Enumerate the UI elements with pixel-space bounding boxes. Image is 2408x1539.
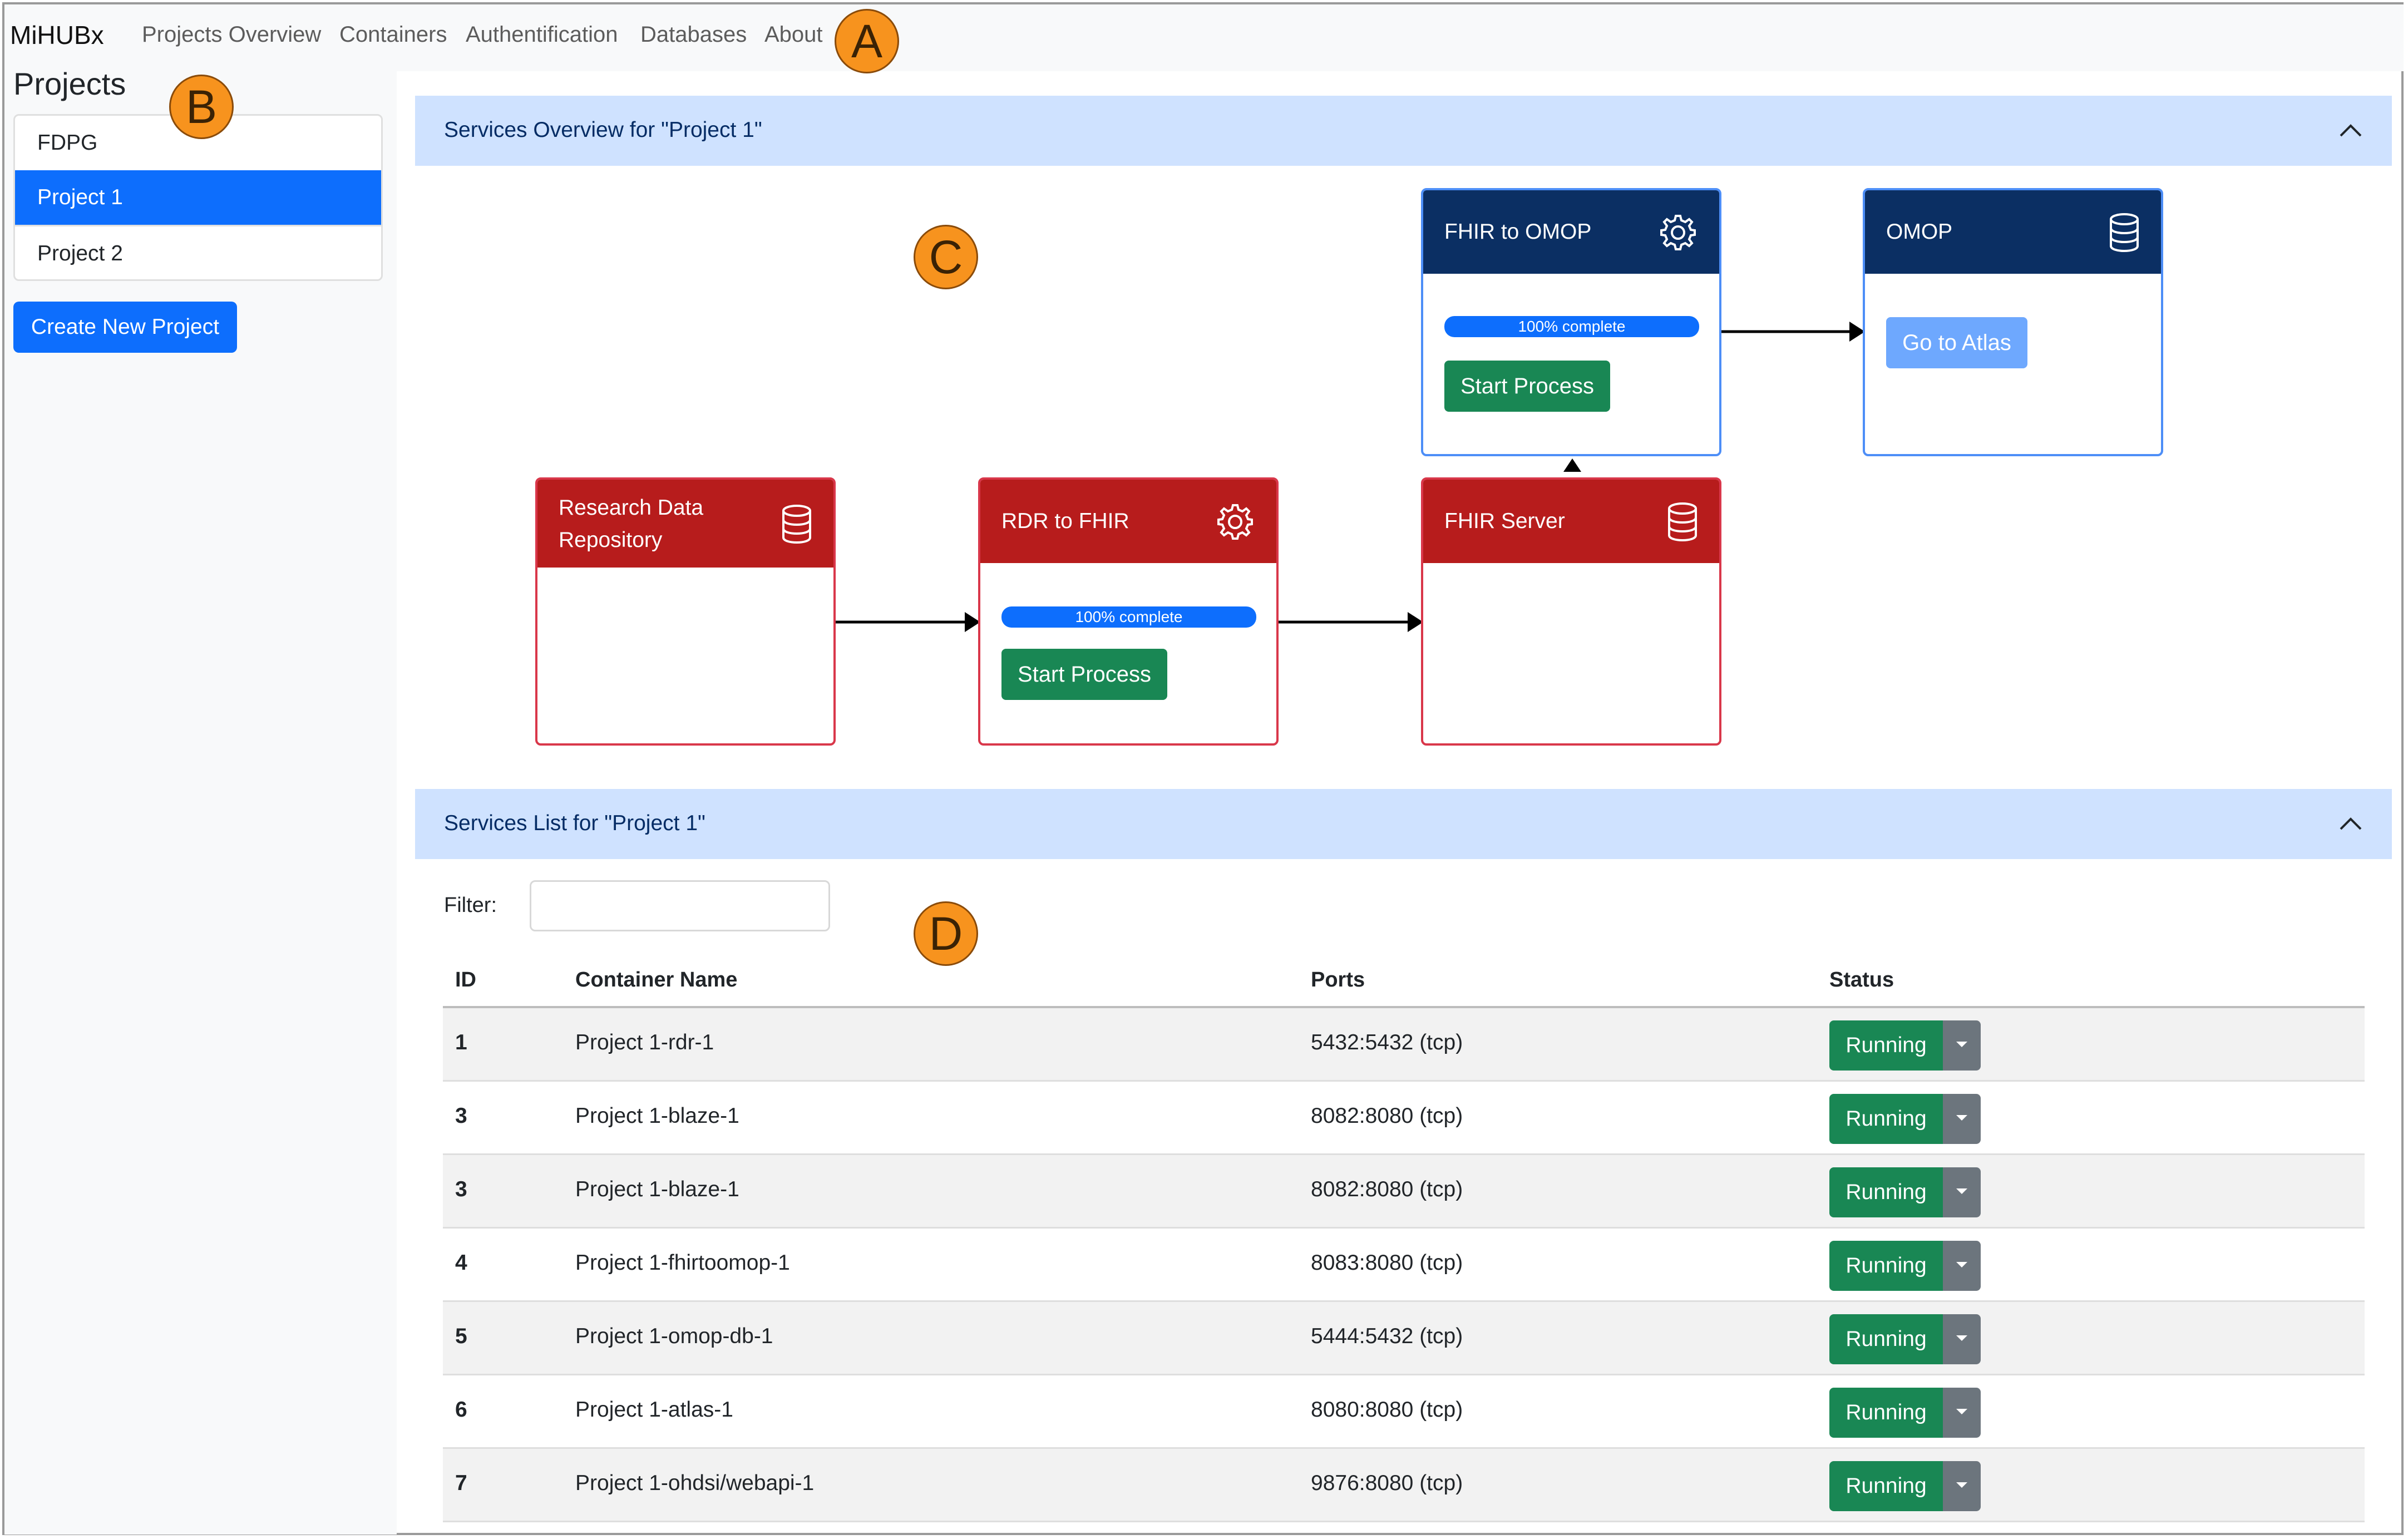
card-header: RDR to FHIR <box>980 480 1276 563</box>
status-split-button: Running <box>1829 1094 1981 1144</box>
row-id: 6 <box>455 1398 467 1422</box>
annotation-marker-c: C <box>914 225 978 289</box>
row-id: 4 <box>455 1251 467 1275</box>
status-running-button[interactable]: Running <box>1829 1314 1943 1364</box>
card-header: FHIR Server <box>1423 480 1719 563</box>
row-ports: 9876:8080 (tcp) <box>1311 1471 1463 1495</box>
row-container-name: Project 1-fhirtoomop-1 <box>575 1251 790 1275</box>
services-list-header[interactable]: Services List for "Project 1" <box>415 789 2392 859</box>
status-running-button[interactable]: Running <box>1829 1461 1943 1511</box>
status-split-button: Running <box>1829 1167 1981 1217</box>
row-id: 3 <box>455 1177 467 1201</box>
row-container-name: Project 1-blaze-1 <box>575 1177 739 1201</box>
annotation-marker-d: D <box>914 901 978 966</box>
row-ports: 8083:8080 (tcp) <box>1311 1251 1463 1275</box>
database-icon <box>2110 213 2139 252</box>
services-list-title: Services List for "Project 1" <box>444 811 705 835</box>
status-running-button[interactable]: Running <box>1829 1167 1943 1217</box>
start-process-button[interactable]: Start Process <box>1001 649 1167 700</box>
card-title-line-2: Repository <box>559 528 663 552</box>
card-header: Research Data Repository <box>537 480 833 568</box>
card-title: OMOP <box>1886 220 1953 244</box>
card-fhir-server: FHIR Server <box>1421 477 1721 746</box>
caret-down-icon <box>1956 1188 1967 1194</box>
status-running-button[interactable]: Running <box>1829 1388 1943 1438</box>
status-running-button[interactable]: Running <box>1829 1241 1943 1291</box>
status-dropdown-toggle[interactable] <box>1943 1241 1981 1291</box>
row-id: 3 <box>455 1104 467 1128</box>
caret-down-icon <box>1956 1482 1967 1488</box>
row-ports: 8082:8080 (tcp) <box>1311 1104 1463 1128</box>
status-dropdown-toggle[interactable] <box>1943 1314 1981 1364</box>
row-id: 5 <box>455 1324 467 1348</box>
start-process-button[interactable]: Start Process <box>1444 361 1610 412</box>
status-dropdown-toggle[interactable] <box>1943 1020 1981 1071</box>
filter-input[interactable] <box>530 880 830 931</box>
database-icon <box>782 505 811 544</box>
card-rdr-to-fhir: RDR to FHIR 100% complete Start Process <box>978 477 1279 746</box>
progress-bar: 100% complete <box>1001 606 1256 628</box>
caret-down-icon <box>1956 1409 1967 1414</box>
status-split-button: Running <box>1829 1020 1981 1071</box>
column-header-ports: Ports <box>1311 968 1365 992</box>
filter-label: Filter: <box>444 894 497 917</box>
caret-down-icon <box>1956 1115 1967 1121</box>
card-omop: OMOP Go to Atlas <box>1863 188 2163 456</box>
annotation-marker-a: A <box>835 9 899 73</box>
caret-down-icon <box>1956 1335 1967 1341</box>
row-ports: 8082:8080 (tcp) <box>1311 1177 1463 1201</box>
table-row: 6 Project 1-atlas-1 8080:8080 (tcp) Runn… <box>443 1375 2365 1449</box>
card-research-data-repository: Research Data Repository <box>535 477 836 746</box>
status-split-button: Running <box>1829 1241 1981 1291</box>
row-id: 7 <box>455 1471 467 1495</box>
table-row: 7 Project 1-ohdsi/webapi-1 9876:8080 (tc… <box>443 1449 2365 1522</box>
table-row: 4 Project 1-fhirtoomop-1 8083:8080 (tcp)… <box>443 1229 2365 1302</box>
status-dropdown-toggle[interactable] <box>1943 1167 1981 1217</box>
row-container-name: Project 1-omop-db-1 <box>575 1324 773 1348</box>
card-header: FHIR to OMOP <box>1423 190 1719 274</box>
card-title: FHIR to OMOP <box>1444 220 1592 244</box>
row-ports: 5432:5432 (tcp) <box>1311 1030 1463 1054</box>
status-running-button[interactable]: Running <box>1829 1020 1943 1071</box>
table-row: 5 Project 1-omop-db-1 5444:5432 (tcp) Ru… <box>443 1302 2365 1375</box>
status-dropdown-toggle[interactable] <box>1943 1094 1981 1144</box>
status-split-button: Running <box>1829 1314 1981 1364</box>
row-id: 1 <box>455 1030 467 1054</box>
card-title: FHIR Server <box>1444 509 1565 533</box>
annotation-marker-b: B <box>169 75 234 139</box>
row-ports: 5444:5432 (tcp) <box>1311 1324 1463 1348</box>
status-split-button: Running <box>1829 1388 1981 1438</box>
row-ports: 8080:8080 (tcp) <box>1311 1398 1463 1422</box>
card-fhir-to-omop: FHIR to OMOP 100% complete Start Process <box>1421 188 1721 456</box>
card-title: RDR to FHIR <box>1001 509 1129 533</box>
column-header-id: ID <box>455 968 476 992</box>
table-row: 1 Project 1-rdr-1 5432:5432 (tcp) Runnin… <box>443 1008 2365 1082</box>
column-header-status: Status <box>1829 968 1894 992</box>
progress-bar: 100% complete <box>1444 316 1699 337</box>
row-container-name: Project 1-ohdsi/webapi-1 <box>575 1471 815 1495</box>
database-icon <box>1668 502 1697 541</box>
status-dropdown-toggle[interactable] <box>1943 1461 1981 1511</box>
card-title-line-1: Research Data <box>559 496 704 520</box>
status-running-button[interactable]: Running <box>1829 1094 1943 1144</box>
gear-icon <box>1660 215 1696 250</box>
card-header: OMOP <box>1865 190 2161 274</box>
caret-down-icon <box>1956 1042 1967 1047</box>
gear-icon <box>1217 504 1253 540</box>
table-row: 3 Project 1-blaze-1 8082:8080 (tcp) Runn… <box>443 1155 2365 1229</box>
row-container-name: Project 1-blaze-1 <box>575 1104 739 1128</box>
column-header-container-name: Container Name <box>575 968 738 992</box>
row-container-name: Project 1-atlas-1 <box>575 1398 733 1422</box>
status-dropdown-toggle[interactable] <box>1943 1388 1981 1438</box>
go-to-atlas-button[interactable]: Go to Atlas <box>1886 317 2027 368</box>
chevron-up-icon[interactable] <box>2337 812 2364 835</box>
table-row: 3 Project 1-blaze-1 8082:8080 (tcp) Runn… <box>443 1082 2365 1155</box>
caret-down-icon <box>1956 1262 1967 1267</box>
status-split-button: Running <box>1829 1461 1981 1511</box>
row-container-name: Project 1-rdr-1 <box>575 1030 714 1054</box>
